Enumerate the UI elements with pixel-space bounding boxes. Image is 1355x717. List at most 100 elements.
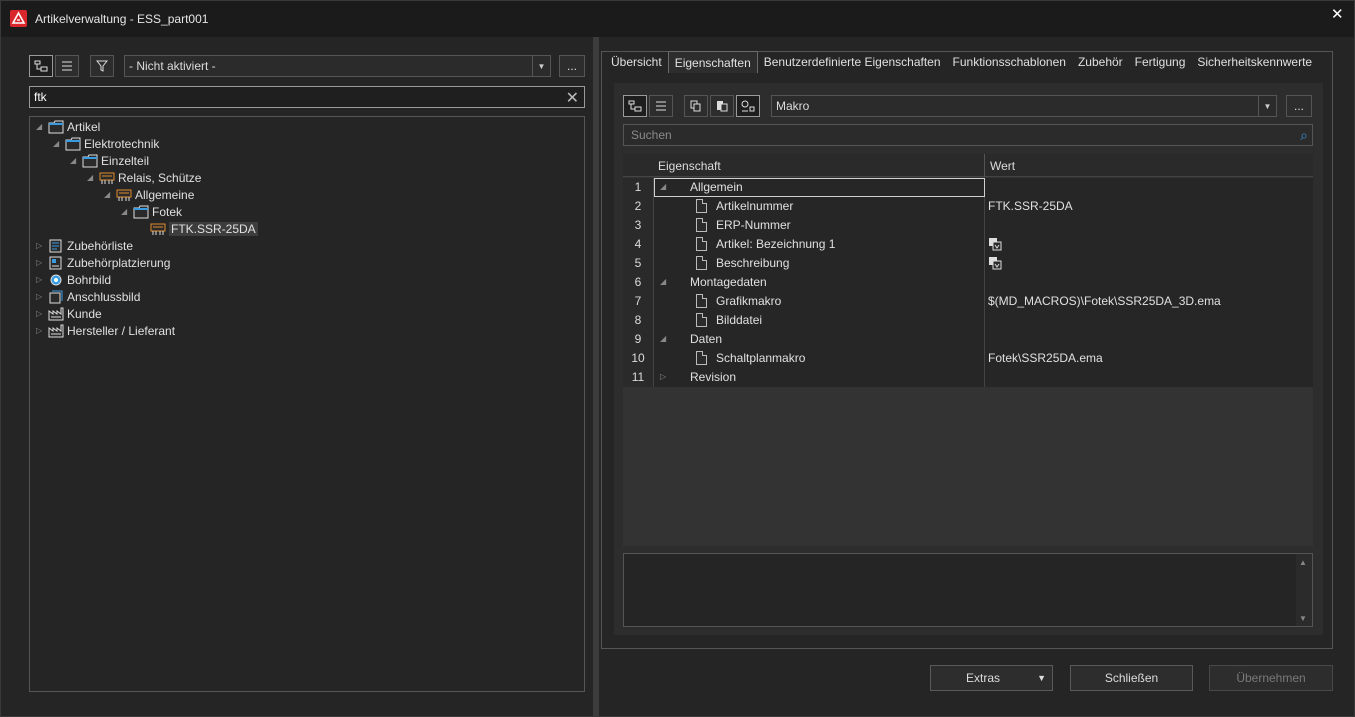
tree-view-button[interactable] xyxy=(29,55,53,77)
tree-node[interactable]: ◢ Relais, Schütze xyxy=(87,169,201,186)
description-scrollbar[interactable]: ▲ ▼ xyxy=(1296,554,1312,626)
collapse-arrow-icon[interactable]: ◢ xyxy=(104,190,114,199)
tab-benutzerdefinierte-eigenschaften[interactable]: Benutzerdefinierte Eigenschaften xyxy=(758,51,947,73)
collapse-arrow-icon[interactable]: ◢ xyxy=(87,173,97,182)
tree-node[interactable]: ▷ Zubehörplatzierung xyxy=(36,254,170,271)
property-name-cell[interactable]: Artikel: Bezeichnung 1 xyxy=(654,235,985,254)
apply-button[interactable]: Übernehmen xyxy=(1209,665,1333,691)
tree-node[interactable]: ◢ Allgemeine xyxy=(104,186,194,203)
property-row[interactable]: 2 Artikelnummer FTK.SSR-25DA xyxy=(623,197,1313,216)
expand-arrow-icon[interactable]: ▷ xyxy=(36,292,46,301)
extras-button[interactable]: Extras ▼ xyxy=(930,665,1053,691)
property-value-cell[interactable] xyxy=(985,311,1313,330)
property-row[interactable]: 11 ▷ Revision xyxy=(623,368,1313,387)
property-value-cell[interactable]: FTK.SSR-25DA xyxy=(985,197,1313,216)
property-row[interactable]: 3 ERP-Nummer xyxy=(623,216,1313,235)
scroll-down-icon[interactable]: ▼ xyxy=(1299,614,1307,623)
tab-fertigung[interactable]: Fertigung xyxy=(1129,51,1192,73)
search-icon[interactable]: ⌕ xyxy=(1300,127,1308,144)
property-value-cell[interactable] xyxy=(985,330,1313,349)
tree-node[interactable]: ▷ Zubehörliste xyxy=(36,237,133,254)
chevron-down-icon[interactable]: ▼ xyxy=(1037,666,1046,690)
multilanguage-icon[interactable] xyxy=(988,257,1002,273)
property-value-cell[interactable] xyxy=(985,273,1313,292)
column-separator[interactable] xyxy=(984,154,985,177)
filter-button[interactable] xyxy=(90,55,114,77)
row-number[interactable]: 6 xyxy=(623,273,654,292)
filter-combo[interactable]: - Nicht aktiviert - ▼ xyxy=(124,55,551,77)
tab-eigenschaften[interactable]: Eigenschaften xyxy=(667,51,758,73)
tree-node[interactable]: ▷ Bohrbild xyxy=(36,271,111,288)
property-value-cell[interactable] xyxy=(985,216,1313,235)
tab-sicherheitskennwerte[interactable]: Sicherheitskennwerte xyxy=(1191,51,1318,73)
expand-arrow-icon[interactable]: ▷ xyxy=(660,368,666,386)
property-name-cell[interactable]: Bilddatei xyxy=(654,311,985,330)
expand-arrow-icon[interactable]: ▷ xyxy=(36,309,46,318)
collapse-arrow-icon[interactable]: ◢ xyxy=(660,330,666,348)
chevron-down-icon[interactable]: ▼ xyxy=(1258,96,1276,116)
property-name-cell[interactable]: Artikelnummer xyxy=(654,197,985,216)
property-row[interactable]: 10 Schaltplanmakro Fotek\SSR25DA.ema xyxy=(623,349,1313,368)
row-number[interactable]: 9 xyxy=(623,330,654,349)
chevron-down-icon[interactable]: ▼ xyxy=(532,56,550,76)
tree-node[interactable]: ◢ Artikel xyxy=(36,118,100,135)
multilanguage-icon[interactable] xyxy=(988,238,1002,254)
property-set-more-button[interactable]: ... xyxy=(1286,95,1312,117)
property-row[interactable]: 1 ◢ Allgemein xyxy=(623,178,1313,197)
property-name-cell[interactable]: ◢ Montagedaten xyxy=(654,273,985,292)
expand-arrow-icon[interactable]: ▷ xyxy=(36,326,46,335)
property-name-cell[interactable]: Schaltplanmakro xyxy=(654,349,985,368)
list-view-button[interactable] xyxy=(55,55,79,77)
row-number[interactable]: 7 xyxy=(623,292,654,311)
clear-search-icon[interactable]: ✕ xyxy=(566,88,579,108)
filter-more-button[interactable]: ... xyxy=(559,55,585,77)
tree-node[interactable]: FTK.SSR-25DA xyxy=(138,220,258,237)
close-window-icon[interactable]: ✕ xyxy=(1331,5,1344,23)
property-set-combo[interactable]: Makro ▼ xyxy=(771,95,1277,117)
property-name-cell[interactable]: Beschreibung xyxy=(654,254,985,273)
property-name-cell[interactable]: ERP-Nummer xyxy=(654,216,985,235)
copy-button[interactable] xyxy=(684,95,708,117)
tree-node[interactable]: ◢ Fotek xyxy=(121,203,182,220)
panel-splitter[interactable] xyxy=(593,37,599,716)
property-name-cell[interactable]: ▷ Revision xyxy=(654,368,985,387)
property-row[interactable]: 8 Bilddatei xyxy=(623,311,1313,330)
property-value-cell[interactable] xyxy=(985,368,1313,387)
tree-node[interactable]: ◢ Elektrotechnik xyxy=(53,135,159,152)
collapse-arrow-icon[interactable]: ◢ xyxy=(121,207,131,216)
row-number[interactable]: 1 xyxy=(623,178,654,197)
property-value-cell[interactable] xyxy=(985,235,1313,254)
tree-search-input[interactable]: ftk ✕ xyxy=(29,86,585,108)
property-value-cell[interactable] xyxy=(985,254,1313,273)
tree-node[interactable]: ▷ Hersteller / Lieferant xyxy=(36,322,175,339)
scroll-up-icon[interactable]: ▲ xyxy=(1299,558,1307,567)
property-row[interactable]: 5 Beschreibung xyxy=(623,254,1313,273)
row-number[interactable]: 2 xyxy=(623,197,654,216)
tree-node[interactable]: ▷ Kunde xyxy=(36,305,102,322)
row-number[interactable]: 5 xyxy=(623,254,654,273)
properties-filter-button[interactable] xyxy=(736,95,760,117)
tab-zubehör[interactable]: Zubehör xyxy=(1072,51,1129,73)
props-tree-view-button[interactable] xyxy=(623,95,647,117)
row-number[interactable]: 8 xyxy=(623,311,654,330)
property-row[interactable]: 4 Artikel: Bezeichnung 1 xyxy=(623,235,1313,254)
props-list-view-button[interactable] xyxy=(649,95,673,117)
property-name-cell[interactable]: Grafikmakro xyxy=(654,292,985,311)
collapse-arrow-icon[interactable]: ◢ xyxy=(36,122,46,131)
column-header-property[interactable]: Eigenschaft xyxy=(658,159,721,173)
tab-übersicht[interactable]: Übersicht xyxy=(605,51,668,73)
expand-arrow-icon[interactable]: ▷ xyxy=(36,241,46,250)
row-number[interactable]: 10 xyxy=(623,349,654,368)
tree-node[interactable]: ◢ Einzelteil xyxy=(70,152,149,169)
property-value-cell[interactable]: $(MD_MACROS)\Fotek\SSR25DA_3D.ema xyxy=(985,292,1313,311)
row-number[interactable]: 3 xyxy=(623,216,654,235)
property-name-cell[interactable]: ◢ Daten xyxy=(654,330,985,349)
tree-node[interactable]: ▷ Anschlussbild xyxy=(36,288,140,305)
expand-arrow-icon[interactable]: ▷ xyxy=(36,275,46,284)
collapse-arrow-icon[interactable]: ◢ xyxy=(70,156,80,165)
property-search-input[interactable]: Suchen ⌕ xyxy=(623,124,1313,146)
row-number[interactable]: 11 xyxy=(623,368,654,387)
expand-arrow-icon[interactable]: ▷ xyxy=(36,258,46,267)
property-value-cell[interactable] xyxy=(985,178,1313,197)
paste-button[interactable] xyxy=(710,95,734,117)
